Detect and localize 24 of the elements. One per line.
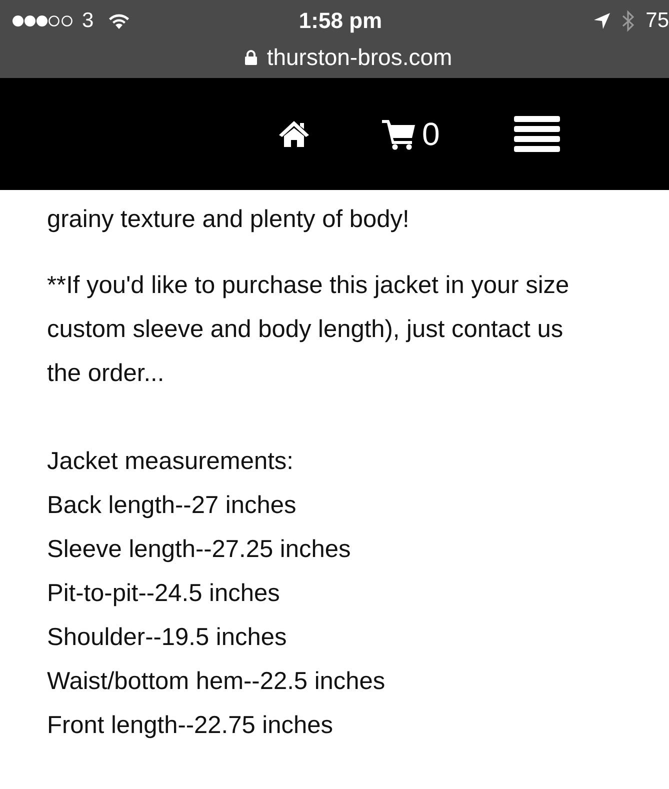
text-line: grainy texture and plenty of body! [47, 205, 410, 235]
location-arrow-icon [594, 13, 610, 29]
text-line: Back length--27 inches [47, 491, 296, 521]
carrier-name: 3 [82, 9, 94, 33]
text-line: the order... [47, 359, 164, 389]
text-line: **If you'd like to purchase this jacket in your size [47, 271, 570, 301]
menu-icon[interactable] [514, 116, 560, 152]
home-icon[interactable] [278, 120, 310, 148]
text-line: custom sleeve and body length), just contact us [47, 315, 564, 345]
text-line: Shoulder--19.5 inches [47, 623, 287, 653]
cart-icon [382, 118, 416, 150]
text-line: Jacket measurements: [47, 447, 294, 477]
wifi-icon [108, 13, 130, 29]
bluetooth-icon [622, 10, 634, 32]
text-line: Front length--22.75 inches [47, 711, 333, 741]
battery-percent: 75 [646, 9, 669, 33]
lock-icon [244, 50, 257, 64]
site-address[interactable]: thurston-bros.com [266, 44, 452, 70]
cart-button[interactable]: 0 [382, 116, 440, 152]
text-line: Pit-to-pit--24.5 inches [47, 579, 280, 609]
signal-icon [12, 14, 74, 28]
clock-time: 1:58 pm [298, 8, 382, 34]
text-line: Sleeve length--27.25 inches [47, 535, 351, 565]
text-line: Waist/bottom hem--22.5 inches [47, 667, 386, 697]
